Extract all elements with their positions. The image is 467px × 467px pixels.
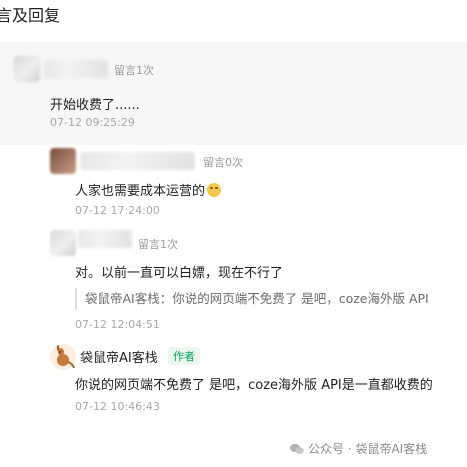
comment-text: 开始收费了...... <box>50 98 140 113</box>
comment-time: 07-12 17:24:00 <box>75 204 160 217</box>
reply-count: 留言0次 <box>203 156 243 169</box>
comment-text: 你说的网页端不免费了 是吧，coze海外版 API是一直都收费的 <box>75 378 433 393</box>
kangaroo-icon <box>56 345 75 369</box>
avatar[interactable] <box>50 148 76 174</box>
comment-time: 07-12 10:46:43 <box>75 400 160 413</box>
commenter-name-redacted <box>80 152 195 170</box>
author-name[interactable]: 袋鼠帝AI客栈 <box>80 347 158 366</box>
avatar[interactable] <box>14 56 40 82</box>
comment-time: 07-12 09:25:29 <box>50 116 135 129</box>
author-avatar[interactable] <box>50 344 76 370</box>
watermark: 公众号 · 袋鼠帝AI客栈 <box>290 440 427 457</box>
facepalm-emoji-icon <box>207 183 222 197</box>
reply-count: 留言1次 <box>138 238 178 251</box>
reply-count: 留言1次 <box>114 64 154 77</box>
wechat-icon <box>290 444 304 454</box>
commenter-name-redacted <box>44 60 108 78</box>
watermark-text: 公众号 · 袋鼠帝AI客栈 <box>308 442 428 456</box>
quoted-reply: 袋鼠帝AI客栈：你说的网页端不免费了 是吧，coze海外版 API <box>75 288 467 310</box>
comment-text: 人家也需要成本运营的 <box>75 180 222 199</box>
comment-time: 07-12 12:04:51 <box>75 318 160 331</box>
avatar[interactable] <box>50 230 76 256</box>
commenter-name-redacted <box>78 230 132 248</box>
author-badge: 作者 <box>168 347 200 365</box>
section-title: 言及回复 <box>0 6 61 25</box>
comment-text: 对。以前一直可以白嫖，现在不行了 <box>75 266 284 281</box>
